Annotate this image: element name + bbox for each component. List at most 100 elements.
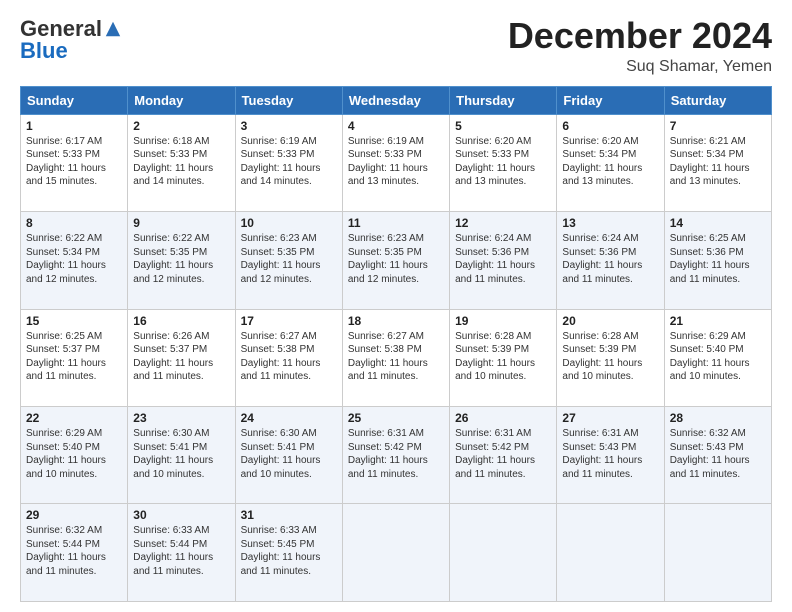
calendar-cell (557, 504, 664, 602)
cell-content: Sunrise: 6:27 AMSunset: 5:38 PMDaylight:… (241, 331, 321, 383)
day-number: 23 (133, 411, 229, 425)
calendar-cell (342, 504, 449, 602)
day-number: 1 (26, 119, 122, 133)
day-number: 27 (562, 411, 658, 425)
calendar-header-monday: Monday (128, 86, 235, 114)
day-number: 28 (670, 411, 766, 425)
calendar-cell: 19 Sunrise: 6:28 AMSunset: 5:39 PMDaylig… (450, 309, 557, 406)
calendar-table: SundayMondayTuesdayWednesdayThursdayFrid… (20, 86, 772, 602)
day-number: 8 (26, 216, 122, 230)
calendar-cell: 29 Sunrise: 6:32 AMSunset: 5:44 PMDaylig… (21, 504, 128, 602)
day-number: 14 (670, 216, 766, 230)
calendar-cell: 13 Sunrise: 6:24 AMSunset: 5:36 PMDaylig… (557, 212, 664, 309)
calendar-header-friday: Friday (557, 86, 664, 114)
calendar-cell: 3 Sunrise: 6:19 AMSunset: 5:33 PMDayligh… (235, 114, 342, 211)
day-number: 5 (455, 119, 551, 133)
day-number: 7 (670, 119, 766, 133)
calendar-cell: 26 Sunrise: 6:31 AMSunset: 5:42 PMDaylig… (450, 407, 557, 504)
calendar-week-row: 29 Sunrise: 6:32 AMSunset: 5:44 PMDaylig… (21, 504, 772, 602)
header: General Blue December 2024 Suq Shamar, Y… (20, 16, 772, 76)
cell-content: Sunrise: 6:18 AMSunset: 5:33 PMDaylight:… (133, 136, 213, 188)
cell-content: Sunrise: 6:30 AMSunset: 5:41 PMDaylight:… (241, 428, 321, 480)
cell-content: Sunrise: 6:33 AMSunset: 5:45 PMDaylight:… (241, 525, 321, 577)
calendar-cell (664, 504, 771, 602)
subtitle: Suq Shamar, Yemen (508, 58, 772, 76)
calendar-cell: 8 Sunrise: 6:22 AMSunset: 5:34 PMDayligh… (21, 212, 128, 309)
main-title: December 2024 (508, 16, 772, 56)
cell-content: Sunrise: 6:27 AMSunset: 5:38 PMDaylight:… (348, 331, 428, 383)
calendar-cell: 15 Sunrise: 6:25 AMSunset: 5:37 PMDaylig… (21, 309, 128, 406)
cell-content: Sunrise: 6:25 AMSunset: 5:37 PMDaylight:… (26, 331, 106, 383)
cell-content: Sunrise: 6:22 AMSunset: 5:35 PMDaylight:… (133, 233, 213, 285)
day-number: 29 (26, 508, 122, 522)
day-number: 20 (562, 314, 658, 328)
calendar-cell: 5 Sunrise: 6:20 AMSunset: 5:33 PMDayligh… (450, 114, 557, 211)
page: General Blue December 2024 Suq Shamar, Y… (0, 0, 792, 612)
cell-content: Sunrise: 6:20 AMSunset: 5:33 PMDaylight:… (455, 136, 535, 188)
cell-content: Sunrise: 6:30 AMSunset: 5:41 PMDaylight:… (133, 428, 213, 480)
calendar-cell: 16 Sunrise: 6:26 AMSunset: 5:37 PMDaylig… (128, 309, 235, 406)
cell-content: Sunrise: 6:23 AMSunset: 5:35 PMDaylight:… (348, 233, 428, 285)
day-number: 18 (348, 314, 444, 328)
calendar-cell: 12 Sunrise: 6:24 AMSunset: 5:36 PMDaylig… (450, 212, 557, 309)
calendar-header-thursday: Thursday (450, 86, 557, 114)
calendar-cell: 2 Sunrise: 6:18 AMSunset: 5:33 PMDayligh… (128, 114, 235, 211)
day-number: 9 (133, 216, 229, 230)
cell-content: Sunrise: 6:17 AMSunset: 5:33 PMDaylight:… (26, 136, 106, 188)
day-number: 4 (348, 119, 444, 133)
calendar-week-row: 1 Sunrise: 6:17 AMSunset: 5:33 PMDayligh… (21, 114, 772, 211)
calendar-cell: 7 Sunrise: 6:21 AMSunset: 5:34 PMDayligh… (664, 114, 771, 211)
day-number: 31 (241, 508, 337, 522)
calendar-cell: 1 Sunrise: 6:17 AMSunset: 5:33 PMDayligh… (21, 114, 128, 211)
cell-content: Sunrise: 6:21 AMSunset: 5:34 PMDaylight:… (670, 136, 750, 188)
cell-content: Sunrise: 6:29 AMSunset: 5:40 PMDaylight:… (26, 428, 106, 480)
cell-content: Sunrise: 6:22 AMSunset: 5:34 PMDaylight:… (26, 233, 106, 285)
day-number: 13 (562, 216, 658, 230)
calendar-cell: 11 Sunrise: 6:23 AMSunset: 5:35 PMDaylig… (342, 212, 449, 309)
cell-content: Sunrise: 6:28 AMSunset: 5:39 PMDaylight:… (562, 331, 642, 383)
cell-content: Sunrise: 6:19 AMSunset: 5:33 PMDaylight:… (241, 136, 321, 188)
cell-content: Sunrise: 6:33 AMSunset: 5:44 PMDaylight:… (133, 525, 213, 577)
calendar-cell: 27 Sunrise: 6:31 AMSunset: 5:43 PMDaylig… (557, 407, 664, 504)
cell-content: Sunrise: 6:31 AMSunset: 5:42 PMDaylight:… (348, 428, 428, 480)
day-number: 16 (133, 314, 229, 328)
calendar-cell: 21 Sunrise: 6:29 AMSunset: 5:40 PMDaylig… (664, 309, 771, 406)
calendar-cell: 20 Sunrise: 6:28 AMSunset: 5:39 PMDaylig… (557, 309, 664, 406)
cell-content: Sunrise: 6:25 AMSunset: 5:36 PMDaylight:… (670, 233, 750, 285)
calendar-cell: 31 Sunrise: 6:33 AMSunset: 5:45 PMDaylig… (235, 504, 342, 602)
calendar-cell: 14 Sunrise: 6:25 AMSunset: 5:36 PMDaylig… (664, 212, 771, 309)
cell-content: Sunrise: 6:19 AMSunset: 5:33 PMDaylight:… (348, 136, 428, 188)
day-number: 11 (348, 216, 444, 230)
calendar-cell: 25 Sunrise: 6:31 AMSunset: 5:42 PMDaylig… (342, 407, 449, 504)
logo-icon (104, 20, 122, 38)
cell-content: Sunrise: 6:31 AMSunset: 5:42 PMDaylight:… (455, 428, 535, 480)
day-number: 12 (455, 216, 551, 230)
calendar-cell: 28 Sunrise: 6:32 AMSunset: 5:43 PMDaylig… (664, 407, 771, 504)
cell-content: Sunrise: 6:32 AMSunset: 5:43 PMDaylight:… (670, 428, 750, 480)
cell-content: Sunrise: 6:32 AMSunset: 5:44 PMDaylight:… (26, 525, 106, 577)
day-number: 22 (26, 411, 122, 425)
calendar-cell: 4 Sunrise: 6:19 AMSunset: 5:33 PMDayligh… (342, 114, 449, 211)
cell-content: Sunrise: 6:29 AMSunset: 5:40 PMDaylight:… (670, 331, 750, 383)
title-block: December 2024 Suq Shamar, Yemen (508, 16, 772, 76)
day-number: 15 (26, 314, 122, 328)
calendar-cell: 10 Sunrise: 6:23 AMSunset: 5:35 PMDaylig… (235, 212, 342, 309)
day-number: 2 (133, 119, 229, 133)
logo: General Blue (20, 16, 122, 64)
calendar-week-row: 22 Sunrise: 6:29 AMSunset: 5:40 PMDaylig… (21, 407, 772, 504)
cell-content: Sunrise: 6:26 AMSunset: 5:37 PMDaylight:… (133, 331, 213, 383)
day-number: 25 (348, 411, 444, 425)
calendar-cell: 9 Sunrise: 6:22 AMSunset: 5:35 PMDayligh… (128, 212, 235, 309)
day-number: 3 (241, 119, 337, 133)
calendar-header-wednesday: Wednesday (342, 86, 449, 114)
calendar-cell: 22 Sunrise: 6:29 AMSunset: 5:40 PMDaylig… (21, 407, 128, 504)
day-number: 21 (670, 314, 766, 328)
day-number: 10 (241, 216, 337, 230)
calendar-header-sunday: Sunday (21, 86, 128, 114)
calendar-header-tuesday: Tuesday (235, 86, 342, 114)
calendar-header-row: SundayMondayTuesdayWednesdayThursdayFrid… (21, 86, 772, 114)
day-number: 24 (241, 411, 337, 425)
calendar-week-row: 8 Sunrise: 6:22 AMSunset: 5:34 PMDayligh… (21, 212, 772, 309)
day-number: 6 (562, 119, 658, 133)
calendar-cell: 24 Sunrise: 6:30 AMSunset: 5:41 PMDaylig… (235, 407, 342, 504)
